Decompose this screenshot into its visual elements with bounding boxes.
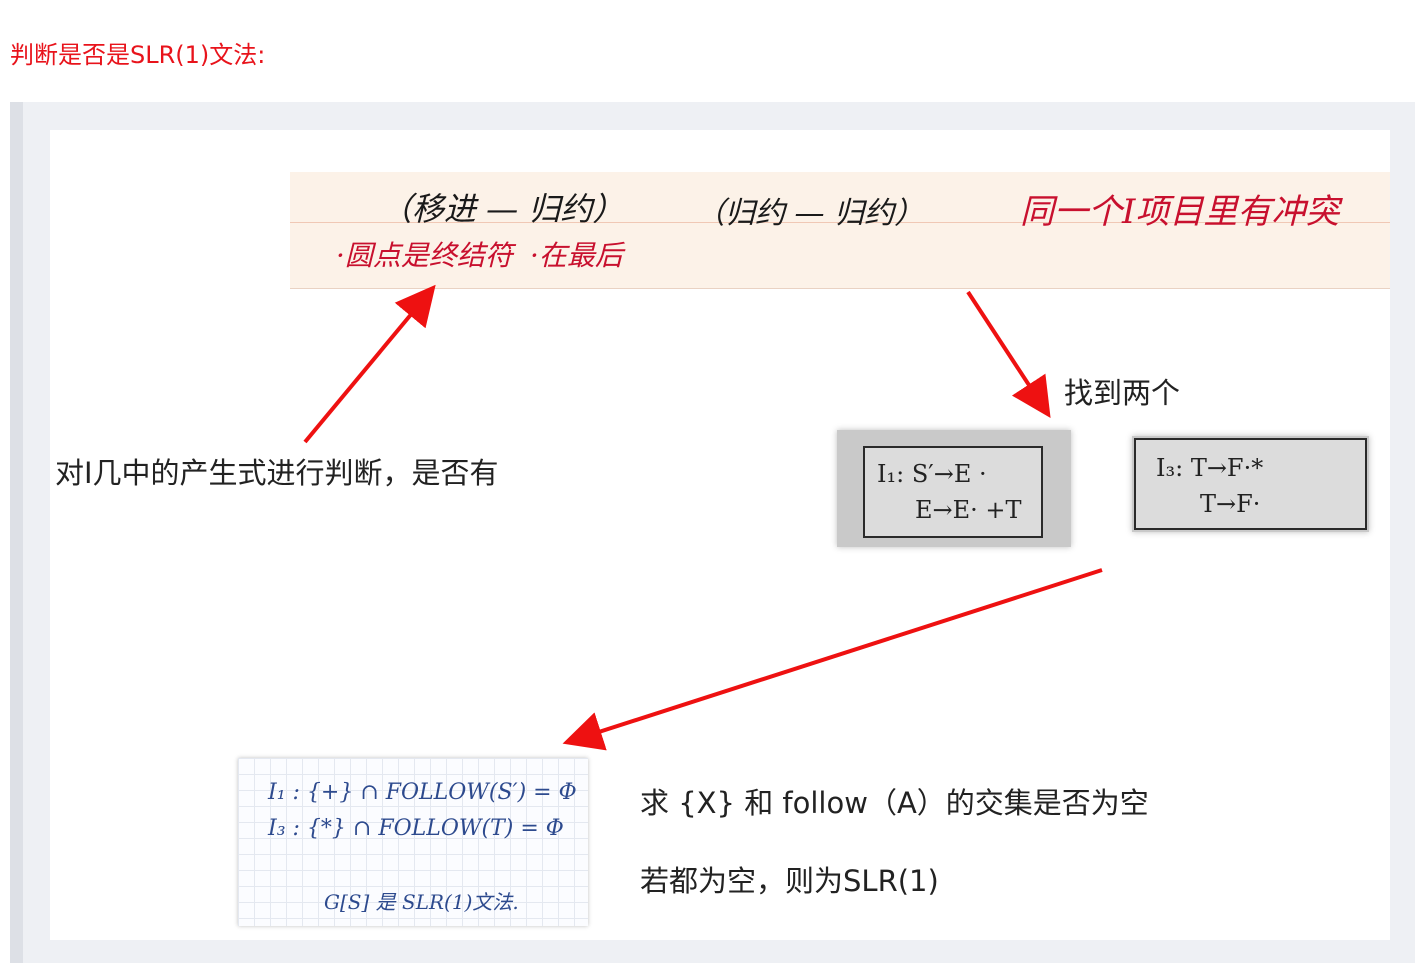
arrow-to-paper [562, 568, 1103, 751]
arrow-to-states [966, 290, 1051, 419]
arrows-layer [303, 284, 1103, 751]
arrow-to-note [303, 284, 436, 444]
